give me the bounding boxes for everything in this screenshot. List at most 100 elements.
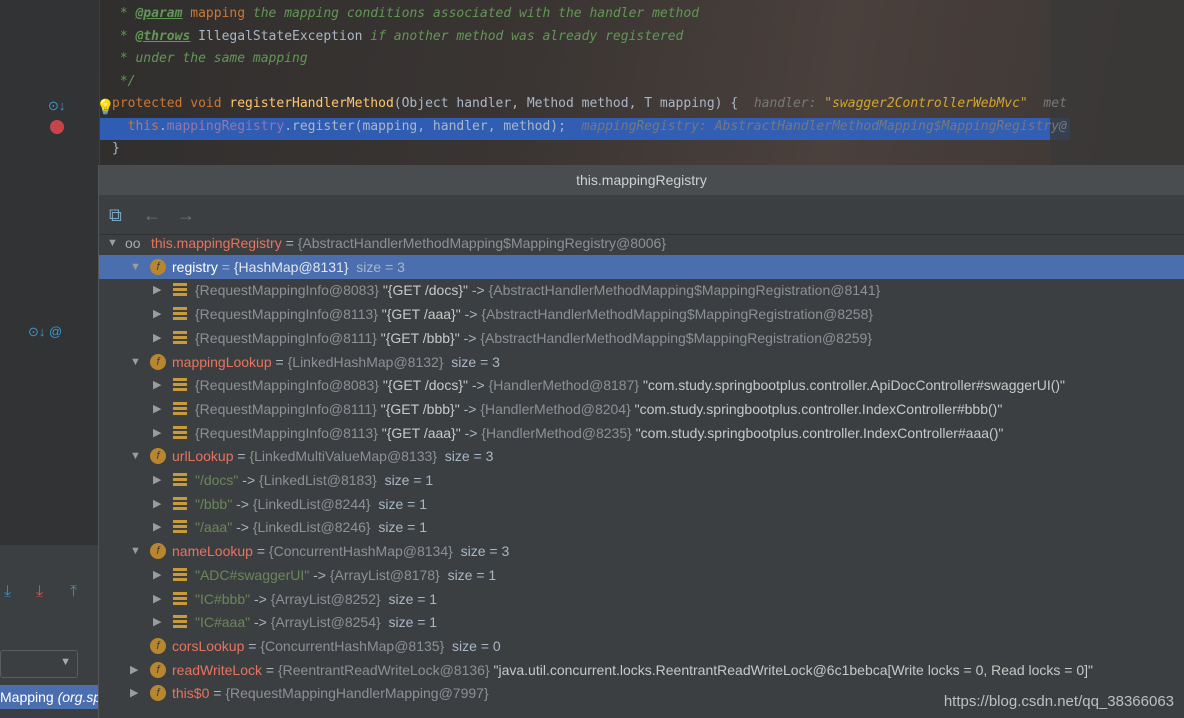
code-line[interactable]: } — [112, 141, 120, 156]
annotation-marker-icon: ⊙↓ @ — [28, 324, 63, 339]
tree-node[interactable]: ▶ {RequestMappingInfo@8083} "{GET /docs}"… — [99, 373, 1184, 397]
size-label: size = 1 — [378, 519, 427, 536]
code-editor: 3 * @param mapping the mapping condition… — [0, 0, 1184, 165]
code-token: (Object handler, Method method, T mappin… — [393, 96, 754, 111]
code-token: IllegalStateException — [190, 28, 363, 44]
entry-key: {RequestMappingInfo@8083} — [195, 282, 379, 299]
size-label: size = 1 — [388, 614, 438, 631]
code-line[interactable]: */ — [112, 74, 136, 89]
tree-node[interactable]: ▶ "ADC#swaggerUI" -> {ArrayList@8178} siz… — [99, 563, 1184, 587]
code-token: met — [1027, 96, 1067, 111]
tree-node[interactable]: f corsLookup = {ConcurrentHashMap@8135} s… — [99, 634, 1184, 658]
step-out-icon[interactable]: ⤒ — [70, 583, 77, 601]
collapsed-arrow-icon[interactable]: ▶ — [153, 302, 161, 326]
step-into-icon[interactable]: ⤓ — [4, 583, 11, 601]
override-marker-icon[interactable]: ⊙↓ — [48, 98, 65, 114]
value-type: {ArrayList@8178} — [329, 566, 440, 583]
thread-selector[interactable]: ▼ — [0, 650, 78, 678]
tree-node[interactable]: ▼ oo this.mappingRegistry = {AbstractHandl… — [99, 231, 1184, 255]
tree-node[interactable]: ▶ "IC#bbb" -> {ArrayList@8252} size = 1 — [99, 587, 1184, 611]
entry-key-string: "ADC#swaggerUI" — [195, 566, 310, 583]
tree-node[interactable]: ▼ f mappingLookup = {LinkedHashMap@8132} s… — [99, 350, 1184, 374]
size-label: size = 3 — [444, 448, 494, 465]
collapsed-arrow-icon[interactable]: ▶ — [153, 515, 161, 539]
code-line[interactable]: * @param mapping the mapping conditions … — [112, 6, 699, 21]
code-token: mappingRegistry — [166, 118, 285, 134]
tree-node[interactable]: ▶ {RequestMappingInfo@8083} "{GET /docs}"… — [99, 278, 1184, 302]
collapsed-arrow-icon[interactable]: ▶ — [153, 421, 161, 445]
collapsed-arrow-icon[interactable]: ▶ — [153, 563, 161, 587]
collapsed-arrow-icon[interactable]: ▶ — [153, 492, 161, 516]
tree-node[interactable]: ▼ f nameLookup = {ConcurrentHashMap@8134} … — [99, 539, 1184, 563]
value-type: {ConcurrentHashMap@8135} — [260, 637, 445, 654]
code-line[interactable]: this.mappingRegistry.register(mapping, h… — [112, 119, 1067, 134]
code-line[interactable]: * under the same mapping — [112, 51, 308, 66]
tree-node[interactable]: ▶ {RequestMappingInfo@8113} "{GET /aaa}" … — [99, 421, 1184, 445]
breakpoint-icon[interactable] — [50, 120, 64, 134]
expanded-arrow-icon[interactable]: ▼ — [130, 539, 141, 563]
collapsed-arrow-icon[interactable]: ▶ — [153, 587, 161, 611]
value-string: "com.study.springbootplus.controller.Ind… — [635, 424, 1004, 441]
code-token: protected void — [112, 96, 230, 111]
entry-key: {RequestMappingInfo@8111} — [195, 329, 377, 346]
collapsed-arrow-icon[interactable]: ▶ — [153, 278, 161, 302]
code-line[interactable]: protected void registerHandlerMethod(Obj… — [112, 96, 1067, 111]
tree-node[interactable]: ▼ f urlLookup = {LinkedMultiValueMap@8133}… — [99, 444, 1184, 468]
watermark: https://blog.csdn.net/qq_38366063 — [943, 693, 1174, 710]
entry-key: {RequestMappingInfo@8113} — [195, 424, 378, 441]
map-entry-icon — [173, 496, 187, 511]
tree-node[interactable]: ▶ {RequestMappingInfo@8111} "{GET /bbb}" … — [99, 397, 1184, 421]
map-entry-icon — [173, 378, 187, 393]
field-name: this$0 — [172, 685, 210, 702]
entry-key: {RequestMappingInfo@8113} — [195, 306, 378, 323]
expanded-arrow-icon[interactable]: ▼ — [130, 444, 141, 468]
collapsed-arrow-icon[interactable]: ▶ — [130, 681, 138, 705]
value-type: {HandlerMethod@8204} — [480, 400, 631, 417]
frame-item[interactable]: Mapping (org.sp — [0, 685, 98, 709]
value-type: {ArrayList@8254} — [270, 614, 381, 631]
forward-arrow-icon[interactable]: → — [177, 205, 195, 226]
tree-node[interactable]: ▶ "/aaa" -> {LinkedList@8246} size = 1 — [99, 515, 1184, 539]
collapsed-arrow-icon[interactable]: ▶ — [153, 610, 161, 634]
collapsed-arrow-icon[interactable]: ▶ — [130, 658, 138, 682]
entry-key: {RequestMappingInfo@8083} — [195, 377, 379, 394]
code-token: * — [112, 28, 136, 44]
field-icon: f — [150, 637, 166, 654]
tree-node[interactable]: ▶ "IC#aaa" -> {ArrayList@8254} size = 1 — [99, 610, 1184, 634]
tree-node[interactable]: ▶ "/bbb" -> {LinkedList@8244} size = 1 — [99, 492, 1184, 516]
collapsed-arrow-icon[interactable]: ▶ — [153, 326, 161, 350]
entry-key-string: "{GET /bbb}" — [380, 329, 460, 346]
lightbulb-icon[interactable]: 💡 — [96, 98, 115, 116]
value-string: "com.study.springbootplus.controller.Api… — [642, 377, 1066, 394]
minimap[interactable] — [1050, 0, 1184, 165]
expanded-arrow-icon[interactable]: ▼ — [107, 231, 118, 255]
expanded-arrow-icon[interactable]: ▼ — [130, 350, 141, 374]
expanded-arrow-icon[interactable]: ▼ — [130, 255, 141, 279]
value-type: {AbstractHandlerMethodMapping$MappingReg… — [488, 282, 881, 299]
collapsed-arrow-icon[interactable]: ▶ — [153, 397, 161, 421]
field-icon: f — [150, 353, 166, 370]
tree-node[interactable]: ▶ f readWriteLock = {ReentrantReadWriteLoc… — [99, 658, 1184, 682]
tree-node[interactable]: ▶ {RequestMappingInfo@8113} "{GET /aaa}" … — [99, 302, 1184, 326]
entry-key-string: "/bbb" — [195, 495, 233, 512]
value-type: {HandlerMethod@8235} — [481, 424, 632, 441]
entry-key-string: "{GET /bbb}" — [380, 400, 460, 417]
value-type: {LinkedList@8246} — [252, 519, 371, 536]
field-icon: f — [150, 448, 166, 465]
entry-key-string: "{GET /aaa}" — [381, 424, 461, 441]
collapsed-arrow-icon[interactable]: ▶ — [153, 373, 161, 397]
back-arrow-icon[interactable]: ← — [143, 205, 161, 226]
collapsed-arrow-icon[interactable]: ▶ — [153, 468, 161, 492]
field-icon: f — [150, 685, 166, 702]
entry-key-string: "{GET /aaa}" — [381, 306, 461, 323]
map-entry-icon — [173, 425, 187, 440]
watch-add-icon[interactable]: ⧉ — [109, 205, 122, 226]
tree-node[interactable]: ▶ {RequestMappingInfo@8111} "{GET /bbb}" … — [99, 326, 1184, 350]
force-step-into-icon[interactable]: ⤓ — [36, 583, 43, 601]
tree-node[interactable]: ▼ f registry = {HashMap@8131} size = 3 — [99, 254, 1184, 279]
entry-key: {RequestMappingInfo@8111} — [195, 400, 377, 417]
tree-node[interactable]: ▶ "/docs" -> {LinkedList@8183} size = 1 — [99, 468, 1184, 492]
field-name: nameLookup — [172, 543, 253, 560]
code-line[interactable]: * @throws IllegalStateException if anoth… — [112, 28, 684, 44]
map-entry-icon — [173, 283, 187, 298]
